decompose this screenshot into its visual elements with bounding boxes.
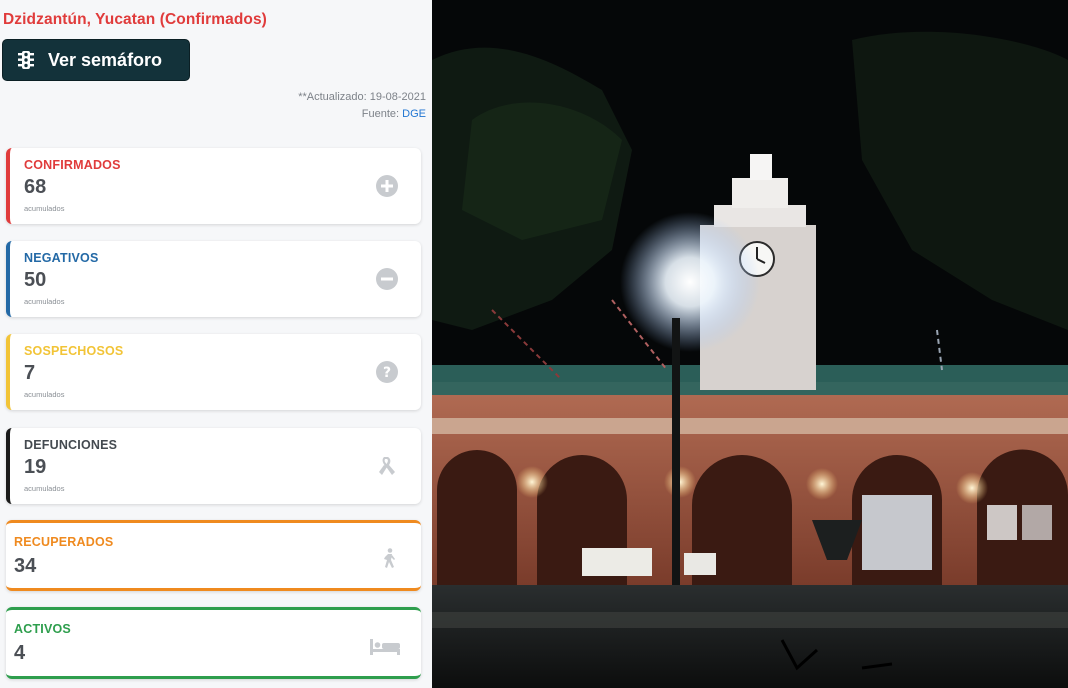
walking-icon (377, 547, 401, 571)
minus-circle-icon (375, 267, 399, 291)
card-value: 4 (14, 642, 26, 664)
card-negativos[interactable]: NEGATIVOS 50 acumulados (6, 241, 421, 317)
plus-circle-icon (375, 174, 399, 198)
covid-panel: Dzidzantún, Yucatan (Confirmados) Ver se… (0, 0, 432, 688)
question-circle-icon: ? (375, 360, 399, 384)
card-sub: acumulados (24, 390, 65, 399)
card-label: CONFIRMADOS (24, 158, 121, 172)
card-label: ACTIVOS (14, 622, 71, 636)
source-link[interactable]: DGE (402, 108, 426, 120)
updated-date: **Actualizado: 19-08-2021 (298, 91, 426, 103)
card-label: RECUPERADOS (14, 535, 114, 549)
card-label: SOSPECHOSOS (24, 344, 124, 358)
card-defunciones[interactable]: DEFUNCIONES 19 acumulados (6, 428, 421, 504)
card-value: 19 (24, 456, 47, 478)
card-sub: acumulados (24, 484, 65, 493)
card-value: 34 (14, 555, 37, 577)
card-activos[interactable]: ACTIVOS 4 (6, 607, 421, 679)
ver-semaforo-button[interactable]: Ver semáforo (2, 39, 190, 81)
svg-text:?: ? (383, 365, 391, 381)
card-value: 50 (24, 269, 47, 291)
card-sub: acumulados (24, 204, 65, 213)
card-recuperados[interactable]: RECUPERADOS 34 (6, 520, 421, 591)
card-label: DEFUNCIONES (24, 438, 118, 452)
card-sub: acumulados (24, 297, 65, 306)
card-confirmados[interactable]: CONFIRMADOS 68 acumulados (6, 148, 421, 224)
bed-icon (369, 634, 401, 658)
source-prefix: Fuente: (361, 108, 403, 120)
ribbon-icon (375, 454, 399, 478)
card-value: 68 (24, 176, 47, 198)
traffic-light-icon (18, 51, 34, 69)
source-line: Fuente: DGE (362, 108, 426, 120)
page-title: Dzidzantún, Yucatan (Confirmados) (3, 11, 267, 28)
card-value: 7 (24, 362, 36, 384)
card-sospechosos[interactable]: SOSPECHOSOS 7 acumulados ? (6, 334, 421, 410)
ver-semaforo-label: Ver semáforo (48, 49, 163, 70)
town-hall-night-photo (432, 0, 1068, 688)
card-label: NEGATIVOS (24, 251, 99, 265)
